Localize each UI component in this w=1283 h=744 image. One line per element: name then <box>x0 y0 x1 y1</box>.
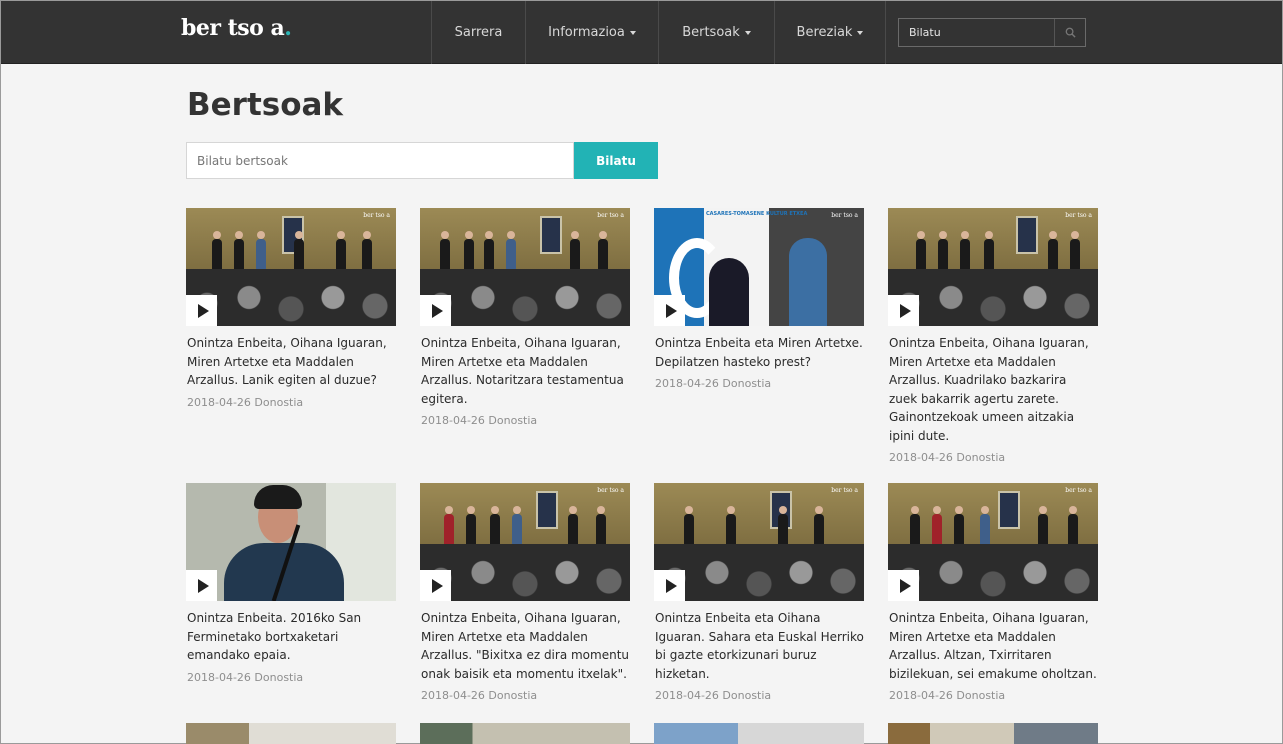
caret-down-icon <box>857 30 864 35</box>
video-title[interactable]: Onintza Enbeita. 2016ko San Ferminetako … <box>186 609 396 665</box>
bertsoak-search-input[interactable] <box>186 142 574 179</box>
video-thumbnail-partial[interactable] <box>186 723 396 744</box>
nav-item-label: Bereziak <box>796 25 853 40</box>
play-icon[interactable] <box>888 570 919 601</box>
bertsoak-search: Bilatu <box>186 142 658 179</box>
video-meta: 2018-04-26 Donostia <box>889 689 1006 702</box>
video-thumbnail[interactable] <box>186 483 396 601</box>
video-card[interactable]: ber tso a Onintza Enbeita, Oihana Iguara… <box>420 483 630 702</box>
nav-item-bereziak[interactable]: Bereziak <box>774 1 886 64</box>
logo-dot: . <box>284 15 292 41</box>
video-thumbnail[interactable]: ber tso a <box>420 208 630 326</box>
logo-text: ber tso a <box>181 15 285 41</box>
bertsoak-search-button[interactable]: Bilatu <box>574 142 658 179</box>
thumbnail-brand: ber tso a <box>1065 487 1092 494</box>
thumbnail-banner-text: CASARES-TOMASENE KULTUR ETXEA <box>706 211 808 217</box>
navbar: ber tso a. Sarrera Informazioa Bertsoak … <box>1 1 1282 64</box>
video-thumbnail[interactable]: ber tso a <box>420 483 630 601</box>
thumbnail-brand: ber tso a <box>597 487 624 494</box>
video-title[interactable]: Onintza Enbeita, Oihana Iguaran, Miren A… <box>186 334 396 390</box>
video-thumbnail[interactable]: ber tso a <box>888 208 1098 326</box>
nav-item-label: Bertsoak <box>682 25 740 40</box>
video-card[interactable]: Onintza Enbeita. 2016ko San Ferminetako … <box>186 483 396 684</box>
video-title[interactable]: Onintza Enbeita eta Oihana Iguaran. Saha… <box>654 609 864 683</box>
video-meta: 2018-04-26 Donostia <box>655 377 772 390</box>
nav-item-informazioa[interactable]: Informazioa <box>525 1 658 64</box>
play-icon[interactable] <box>186 570 217 601</box>
video-meta: 2018-04-26 Donostia <box>889 451 1006 464</box>
play-icon[interactable] <box>186 295 217 326</box>
video-meta: 2018-04-26 Donostia <box>421 414 538 427</box>
video-card[interactable]: ber tso a Onintza Enbeita, Oihana Iguara… <box>186 208 396 409</box>
thumbnail-brand: ber tso a <box>1065 212 1092 219</box>
main-nav: Sarrera Informazioa Bertsoak Bereziak <box>431 1 886 64</box>
thumbnail-brand: ber tso a <box>597 212 624 219</box>
nav-search-input[interactable] <box>899 19 1054 46</box>
play-icon[interactable] <box>888 295 919 326</box>
video-card[interactable]: ber tso a Onintza Enbeita, Oihana Iguara… <box>420 208 630 427</box>
play-icon[interactable] <box>654 570 685 601</box>
video-thumbnail[interactable]: ber tso a <box>186 208 396 326</box>
page-title: Bertsoak <box>187 87 344 123</box>
video-thumbnail[interactable]: CASARES-TOMASENE KULTUR ETXEA ber tso a <box>654 208 864 326</box>
video-card[interactable]: ber tso a Onintza Enbeita, Oihana Iguara… <box>888 483 1098 702</box>
caret-down-icon <box>744 30 751 35</box>
video-thumbnail-partial[interactable] <box>888 723 1098 744</box>
nav-search <box>898 18 1086 47</box>
nav-search-button[interactable] <box>1054 19 1085 46</box>
nav-item-sarrera[interactable]: Sarrera <box>431 1 525 64</box>
caret-down-icon <box>629 30 636 35</box>
nav-item-bertsoak[interactable]: Bertsoak <box>658 1 774 64</box>
video-thumbnail-partial[interactable] <box>420 723 630 744</box>
thumbnail-brand: ber tso a <box>363 212 390 219</box>
video-card[interactable]: ber tso a Onintza Enbeita, Oihana Iguara… <box>888 208 1098 464</box>
video-title[interactable]: Onintza Enbeita, Oihana Iguaran, Miren A… <box>888 334 1098 445</box>
search-icon <box>1065 27 1076 38</box>
video-meta: 2018-04-26 Donostia <box>421 689 538 702</box>
video-title[interactable]: Onintza Enbeita, Oihana Iguaran, Miren A… <box>420 609 630 683</box>
thumbnail-brand: ber tso a <box>831 212 858 219</box>
play-icon[interactable] <box>420 570 451 601</box>
nav-item-label: Sarrera <box>454 25 503 40</box>
play-icon[interactable] <box>654 295 685 326</box>
video-meta: 2018-04-26 Donostia <box>187 670 304 684</box>
video-card[interactable]: CASARES-TOMASENE KULTUR ETXEA ber tso a … <box>654 208 864 390</box>
video-title[interactable]: Onintza Enbeita, Oihana Iguaran, Miren A… <box>420 334 630 408</box>
video-thumbnail[interactable]: ber tso a <box>888 483 1098 601</box>
play-icon[interactable] <box>420 295 451 326</box>
video-title[interactable]: Onintza Enbeita eta Miren Artetxe. Depil… <box>654 334 864 371</box>
thumbnail-brand: ber tso a <box>831 487 858 494</box>
video-thumbnail-partial[interactable] <box>654 723 864 744</box>
video-title[interactable]: Onintza Enbeita, Oihana Iguaran, Miren A… <box>888 609 1098 683</box>
video-card[interactable]: ber tso a Onintza Enbeita eta Oihana Igu… <box>654 483 864 702</box>
nav-item-label: Informazioa <box>548 25 625 40</box>
video-meta: 2018-04-26 Donostia <box>187 395 304 409</box>
site-logo[interactable]: ber tso a. <box>181 15 292 41</box>
video-thumbnail[interactable]: ber tso a <box>654 483 864 601</box>
video-meta: 2018-04-26 Donostia <box>655 689 772 702</box>
